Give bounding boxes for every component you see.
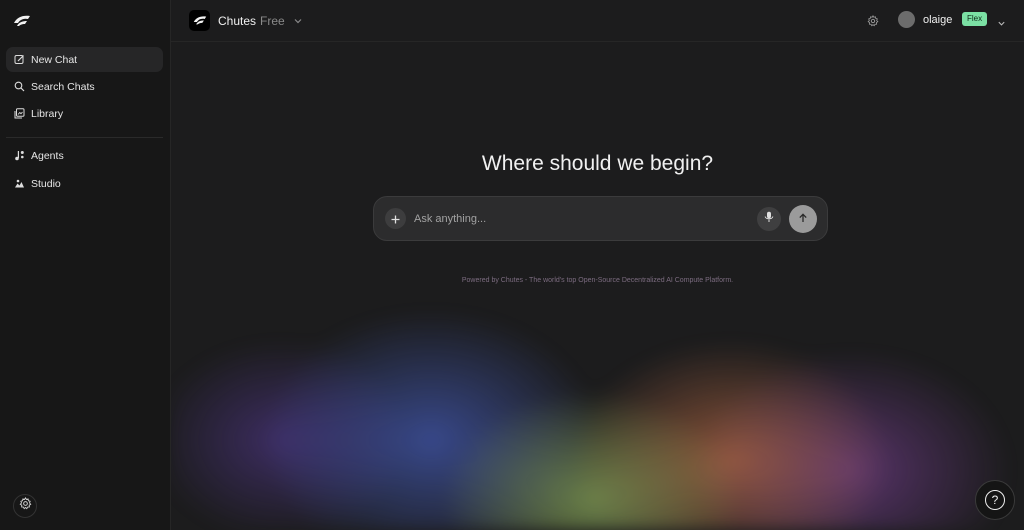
chevron-down-icon — [293, 16, 303, 26]
sidebar-item-search-chats[interactable]: Search Chats — [6, 74, 163, 99]
sidebar-divider — [6, 137, 163, 138]
brand-name: Chutes — [218, 13, 257, 28]
microphone-icon — [764, 210, 774, 228]
settings-button[interactable] — [13, 494, 37, 518]
question-mark-icon: ? — [985, 490, 1005, 510]
voice-button[interactable] — [757, 207, 781, 231]
chutes-logo-icon[interactable] — [13, 14, 31, 28]
sidebar-item-label: Search Chats — [31, 80, 95, 93]
avatar[interactable] — [898, 11, 915, 28]
plan-label: Free — [260, 13, 285, 28]
sidebar-item-label: Studio — [31, 177, 61, 190]
arrow-up-icon — [798, 210, 808, 228]
sidebar-item-label: New Chat — [31, 53, 78, 66]
edit-icon — [14, 54, 25, 65]
chat-input-box — [373, 196, 828, 241]
send-button[interactable] — [789, 205, 817, 233]
attach-button[interactable] — [385, 208, 406, 229]
chutes-brand-icon — [189, 10, 210, 31]
search-icon — [14, 81, 25, 92]
plan-badge: Flex — [962, 12, 988, 26]
page-title: Where should we begin? — [481, 152, 714, 175]
sidebar-item-label: Library — [31, 107, 64, 120]
sidebar-item-studio[interactable]: Studio — [6, 171, 163, 196]
studio-icon — [14, 178, 25, 189]
model-selector[interactable]: Chutes Free — [189, 10, 303, 31]
gear-icon[interactable] — [867, 14, 879, 27]
username[interactable]: olaige — [923, 14, 952, 26]
powered-by-text: Powered by Chutes - The world's top Open… — [461, 277, 734, 284]
main-area: Chutes Free olaige Flex Where should we … — [171, 0, 1024, 530]
plus-icon — [391, 211, 400, 227]
sidebar-item-agents[interactable]: Agents — [6, 143, 163, 168]
sidebar-item-library[interactable]: Library — [6, 101, 163, 126]
app: New Chat Search Chats Library Agents Stu… — [0, 0, 1024, 530]
top-bar: Chutes Free olaige Flex — [171, 0, 1024, 42]
agents-icon — [14, 150, 25, 161]
library-icon — [14, 108, 25, 119]
background-gradient — [171, 0, 1024, 530]
sidebar-item-label: Agents — [31, 149, 64, 162]
chevron-down-icon[interactable] — [997, 15, 1006, 26]
chat-input[interactable] — [414, 210, 744, 228]
help-button[interactable]: ? — [975, 480, 1015, 520]
sidebar: New Chat Search Chats Library Agents Stu… — [0, 0, 171, 530]
gear-icon — [19, 497, 32, 515]
sidebar-item-new-chat[interactable]: New Chat — [6, 47, 163, 72]
